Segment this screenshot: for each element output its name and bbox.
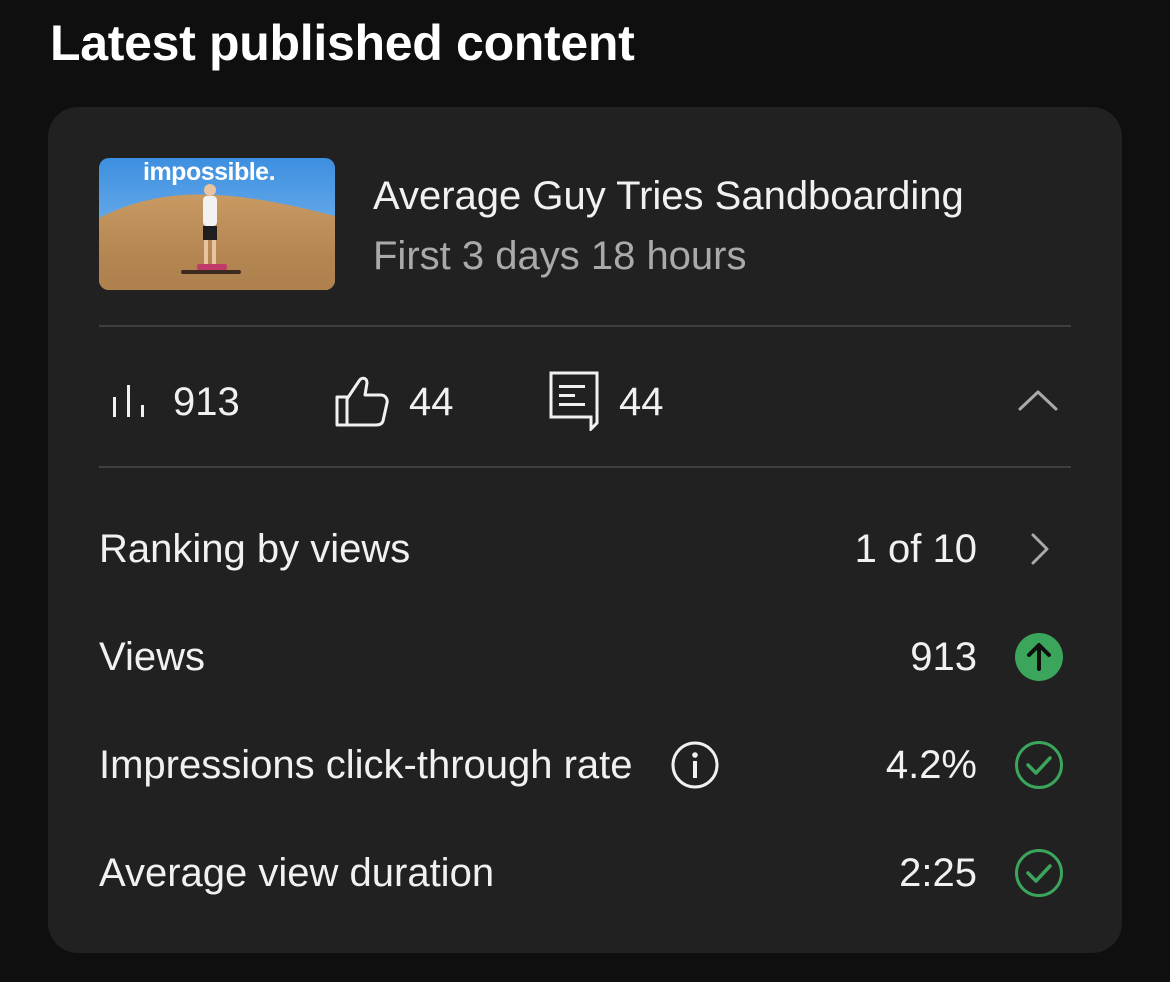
comment-icon <box>547 369 601 436</box>
latest-content-card[interactable]: impossible. Average Guy Tries Sandboardi… <box>48 107 1122 953</box>
metric-label: Impressions click-through rate <box>99 742 633 787</box>
metric-value: 2:25 <box>899 850 977 895</box>
video-title[interactable]: Average Guy Tries Sandboarding <box>373 172 964 220</box>
metric-value: 4.2% <box>885 742 977 787</box>
chevron-right-icon[interactable] <box>1013 523 1065 575</box>
comments-stat: 44 <box>547 357 664 447</box>
metric-value: 1 of 10 <box>854 526 977 571</box>
metric-label: Views <box>99 634 205 679</box>
likes-count: 44 <box>409 379 454 424</box>
metric-duration-row: Average view duration 2:25 <box>99 833 1071 913</box>
views-stat: 913 <box>109 357 240 447</box>
check-circle-icon <box>1013 739 1065 791</box>
metric-label: Average view duration <box>99 850 495 895</box>
arrow-up-circle-icon <box>1013 631 1065 683</box>
views-count: 913 <box>173 379 240 424</box>
comments-count: 44 <box>619 379 664 424</box>
bar-chart-icon <box>109 377 155 428</box>
stats-row: 913 44 44 <box>99 357 1071 447</box>
metric-ranking-row[interactable]: Ranking by views 1 of 10 <box>99 509 1071 589</box>
divider <box>99 466 1071 468</box>
collapse-button[interactable] <box>1005 369 1071 435</box>
chevron-up-icon <box>1016 387 1060 418</box>
info-icon[interactable] <box>669 739 721 791</box>
thumbnail-text: impossible. <box>143 158 276 186</box>
check-circle-icon <box>1013 847 1065 899</box>
section-title: Latest published content <box>50 15 635 71</box>
video-thumbnail[interactable]: impossible. <box>99 158 335 290</box>
video-period: First 3 days 18 hours <box>373 234 747 278</box>
thumbs-up-icon <box>333 371 391 434</box>
metric-value: 913 <box>910 634 977 679</box>
metric-views-row: Views 913 <box>99 617 1071 697</box>
metric-label: Ranking by views <box>99 526 411 571</box>
likes-stat: 44 <box>333 357 454 447</box>
divider <box>99 325 1071 327</box>
metric-ctr-row: Impressions click-through rate 4.2% <box>99 725 1071 805</box>
video-header[interactable]: impossible. Average Guy Tries Sandboardi… <box>99 158 1029 290</box>
